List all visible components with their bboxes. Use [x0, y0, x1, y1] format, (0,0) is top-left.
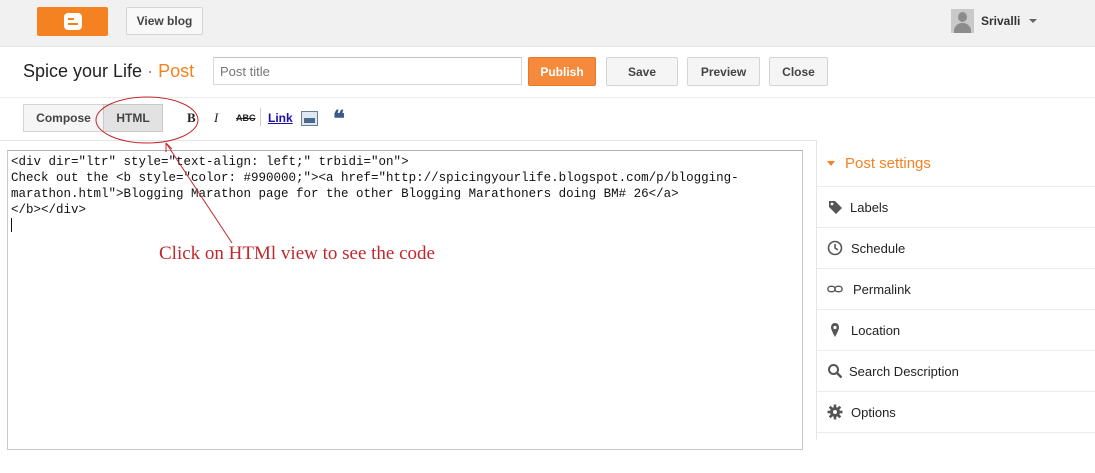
blog-name: Spice your Life: [23, 61, 143, 81]
insert-image-icon[interactable]: [301, 111, 318, 126]
title-separator: ·: [147, 61, 154, 81]
html-mode-button[interactable]: HTML: [103, 104, 163, 132]
sidebar-item-label: Location: [851, 322, 901, 338]
editor-toolbar: Compose HTML B I ABC Link: [0, 98, 1095, 141]
save-button[interactable]: Save: [606, 57, 678, 86]
user-menu[interactable]: Srivalli: [951, 9, 1038, 33]
page-title: Spice your Life · Post: [23, 61, 194, 82]
toolbar-divider: [260, 108, 261, 126]
sidebar-divider: [817, 432, 1095, 473]
publish-button[interactable]: Publish: [528, 57, 596, 86]
blogger-logo-button[interactable]: [37, 7, 108, 36]
search-icon: [827, 363, 843, 379]
clock-icon: [827, 240, 843, 256]
sidebar-item-label: Permalink: [853, 281, 911, 297]
sidebar-item-schedule[interactable]: Schedule: [817, 227, 1095, 268]
blogger-logo-icon: [63, 13, 82, 30]
sidebar-item-label: Schedule: [851, 240, 906, 256]
html-editor-textarea[interactable]: <div dir="ltr" style="text-align: left;"…: [7, 150, 803, 450]
sidebar-item-label: Options: [851, 404, 896, 420]
view-blog-button[interactable]: View blog: [126, 7, 203, 35]
close-button[interactable]: Close: [769, 57, 828, 86]
compose-mode-button[interactable]: Compose: [23, 104, 104, 132]
link-button[interactable]: Link: [268, 111, 293, 125]
link-icon: [827, 281, 843, 297]
tag-icon: [827, 199, 843, 215]
sidebar-item-location[interactable]: Location: [817, 309, 1095, 350]
preview-button[interactable]: Preview: [687, 57, 760, 86]
gear-icon: [827, 404, 843, 420]
post-settings-label: Post settings: [845, 155, 931, 172]
annotation-caption: Click on HTMl view to see the code: [159, 243, 435, 264]
html-source-code: <div dir="ltr" style="text-align: left;"…: [11, 155, 739, 217]
quote-icon[interactable]: ❝: [333, 106, 345, 132]
sidebar-item-search-description[interactable]: Search Description: [817, 350, 1095, 391]
sidebar-item-label: Search Description: [849, 363, 959, 379]
post-title-bar: Spice your Life · Post Publish Save Prev…: [0, 47, 1095, 98]
sidebar-item-labels[interactable]: Labels: [817, 186, 1095, 227]
chevron-down-icon: [827, 161, 835, 166]
sidebar-item-options[interactable]: Options: [817, 391, 1095, 432]
sidebar-item-permalink[interactable]: Permalink: [817, 268, 1095, 309]
text-cursor: [11, 218, 12, 232]
post-settings-sidebar: Post settings Labels Schedule Permalink …: [816, 140, 1095, 440]
user-name: Srivalli: [981, 14, 1021, 28]
italic-icon[interactable]: I: [214, 110, 218, 126]
post-title-input[interactable]: [213, 57, 522, 85]
post-label: Post: [158, 61, 195, 81]
avatar: [951, 9, 974, 33]
bold-icon[interactable]: B: [187, 110, 196, 126]
post-settings-header[interactable]: Post settings: [827, 155, 931, 172]
top-bar: View blog Srivalli: [0, 0, 1095, 47]
chevron-down-icon: [1029, 19, 1038, 23]
pin-icon: [827, 322, 843, 338]
sidebar-item-label: Labels: [850, 199, 889, 215]
strikethrough-icon[interactable]: ABC: [236, 113, 256, 123]
